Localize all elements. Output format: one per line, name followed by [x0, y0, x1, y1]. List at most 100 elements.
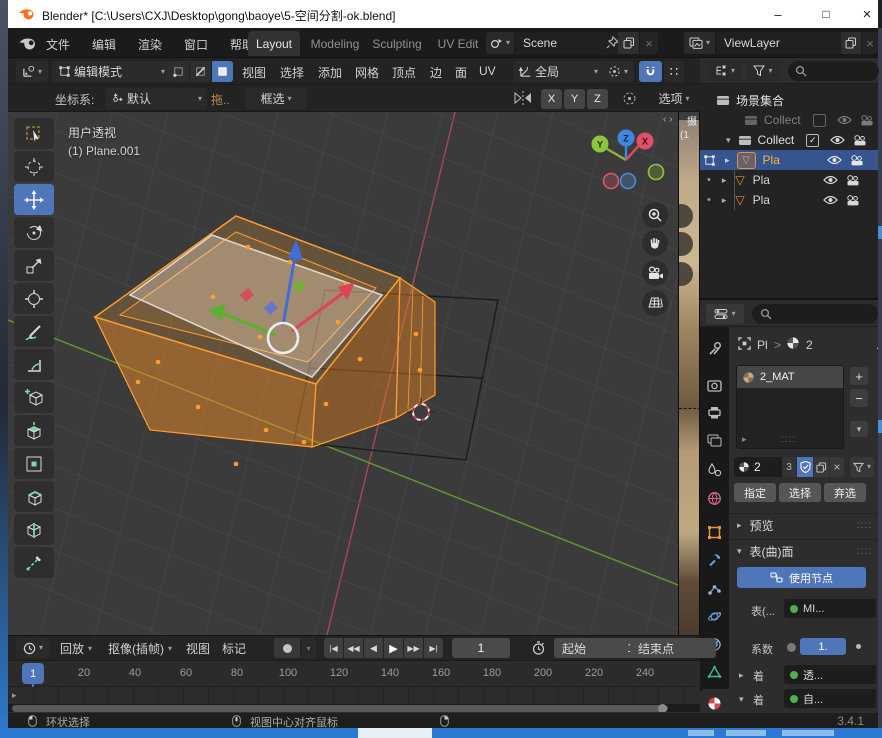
ortho-toggle-button[interactable] [642, 290, 668, 316]
frame-start-field[interactable]: 起始 1 [554, 638, 642, 658]
tab-physics[interactable] [707, 609, 722, 624]
panel-grip[interactable]: :::: [857, 520, 872, 531]
slot-list-expand-icon[interactable]: ▸ [742, 435, 747, 444]
zoom-button[interactable] [642, 202, 668, 228]
scene-unlink-button[interactable]: × [640, 32, 658, 54]
current-frame-field[interactable]: 1 [452, 638, 510, 658]
menu-file[interactable]: 文件 [46, 36, 70, 53]
snap-settings-button[interactable]: ∷ [664, 61, 684, 82]
frame-end-field[interactable]: 结束点 [630, 638, 716, 658]
material-link-dropdown[interactable]: ▾ [850, 457, 874, 477]
shader1-expand-icon[interactable]: ▸ [739, 671, 744, 680]
mode-dropdown[interactable]: 编辑模式 ▾ [52, 61, 170, 82]
tab-output[interactable] [707, 406, 722, 419]
viewlayer-remove-button[interactable]: × [862, 32, 878, 54]
pan-button[interactable] [642, 230, 668, 256]
surface-shader-dropdown[interactable]: MI... [784, 599, 876, 618]
camera-visibility-icon[interactable] [853, 135, 867, 146]
menu-mesh[interactable]: 网格 [355, 64, 379, 81]
tool-cursor[interactable] [14, 151, 54, 182]
menu-edit[interactable]: 编辑 [92, 36, 116, 53]
panel-preview[interactable]: ▸ 预览 :::: [729, 513, 878, 536]
tab-particles[interactable] [707, 581, 722, 596]
outliner-row-collection[interactable]: ▾ Collect ✓ [700, 130, 878, 150]
play-reverse-button[interactable]: ◀ [364, 638, 383, 658]
tab-view-layer[interactable] [707, 434, 722, 447]
tool-knife[interactable] [14, 547, 54, 578]
maximize-button[interactable]: □ [804, 0, 848, 28]
mirror-z-button[interactable]: Z [587, 89, 608, 109]
breadcrumb-object[interactable]: Pl [757, 338, 768, 352]
include-checkbox[interactable]: ✓ [806, 134, 819, 147]
tool-add-cube[interactable] [14, 382, 54, 413]
camera-visibility-icon[interactable] [846, 195, 860, 206]
menu-window[interactable]: 窗口 [184, 36, 208, 53]
editor-type-button[interactable]: ▾ [16, 61, 48, 82]
properties-editor-type-button[interactable]: ▾ [706, 304, 744, 324]
eye-icon[interactable] [823, 195, 838, 205]
shader2-expand-icon[interactable]: ▾ [739, 695, 744, 704]
material-slot-row[interactable]: 2_MAT [737, 366, 843, 388]
menu-playback[interactable]: 回放▾ [60, 640, 92, 657]
tab-world[interactable] [707, 491, 722, 506]
scene-name-field[interactable]: Scene [515, 32, 625, 54]
tab-object-data[interactable] [707, 665, 722, 679]
select-mode-vertex-button[interactable] [168, 61, 189, 82]
menu-edge[interactable]: 边 [430, 64, 442, 81]
outliner-row-plane[interactable]: • ▸ ▽ Pla [700, 170, 878, 190]
viewlayer-name-field[interactable]: ViewLayer [716, 32, 848, 54]
proportional-edit-icon[interactable] [622, 91, 637, 106]
tab-modifiers[interactable] [707, 553, 722, 568]
drag-dropdown[interactable]: 框选 ▾ [245, 88, 307, 109]
viewlayer-new-button[interactable] [841, 32, 861, 54]
scene-browse-button[interactable]: ▾ [486, 32, 514, 54]
material-unlink-button[interactable]: × [830, 457, 844, 477]
tool-bevel[interactable] [14, 481, 54, 512]
properties-search-input[interactable] [752, 304, 878, 324]
tool-move[interactable] [14, 184, 54, 215]
eye-icon[interactable] [830, 135, 845, 145]
menu-view[interactable]: 视图 [242, 64, 266, 81]
mirror-x-button[interactable]: X [541, 89, 562, 109]
tab-render[interactable] [707, 379, 722, 392]
eye-icon[interactable] [837, 115, 852, 125]
playhead[interactable]: 1 [22, 663, 44, 684]
channels-expand-icon[interactable]: ▸ [12, 691, 17, 700]
pivot-dropdown[interactable]: ▾ [602, 61, 634, 82]
secondary-viewport-strip[interactable]: 摄 (1 [678, 112, 700, 635]
tool-extrude[interactable] [14, 415, 54, 446]
material-copy-button[interactable] [814, 457, 829, 477]
timeline-editor-type-button[interactable]: ▾ [16, 638, 50, 658]
keyframe-dot[interactable] [856, 644, 861, 649]
use-nodes-button[interactable]: 使用节点 [737, 567, 866, 588]
tool-loop-cut[interactable] [14, 514, 54, 545]
tool-rotate[interactable] [14, 217, 54, 248]
blender-app-icon[interactable] [18, 35, 38, 51]
tool-inset-faces[interactable] [14, 448, 54, 479]
tool-scale[interactable] [14, 250, 54, 281]
timeline-scrollbar[interactable] [12, 705, 668, 712]
menu-markers[interactable]: 标记 [222, 640, 246, 657]
expand-icon[interactable]: ▾ [726, 136, 731, 145]
eye-icon[interactable] [823, 175, 838, 185]
panel-surface[interactable]: ▾ 表(曲)面 :::: [729, 539, 878, 562]
tool-annotate[interactable] [14, 316, 54, 347]
options-dropdown[interactable]: 选项 ▾ [650, 88, 698, 109]
tab-material-active[interactable] [700, 689, 729, 712]
menu-add[interactable]: 添加 [318, 64, 342, 81]
region-collapse-icon[interactable]: ‹ › [663, 114, 672, 125]
camera-visibility-icon[interactable] [850, 155, 864, 166]
minimize-button[interactable]: – [756, 0, 800, 28]
use-preview-range-button[interactable] [526, 638, 550, 658]
camera-visibility-icon[interactable] [846, 175, 860, 186]
select-button[interactable]: 选择 [779, 483, 821, 502]
mirror-y-button[interactable]: Y [564, 89, 585, 109]
shader2-dropdown[interactable]: 自... [784, 689, 876, 708]
expand-icon[interactable]: ▸ [722, 176, 727, 185]
eye-icon[interactable] [827, 155, 842, 165]
mirror-icon[interactable] [514, 91, 532, 105]
factor-slider[interactable]: 1. [800, 638, 846, 655]
timeline-channels[interactable]: ▸ [8, 687, 700, 704]
slot-add-button[interactable]: + [850, 367, 868, 385]
exclude-checkbox[interactable] [813, 114, 826, 127]
